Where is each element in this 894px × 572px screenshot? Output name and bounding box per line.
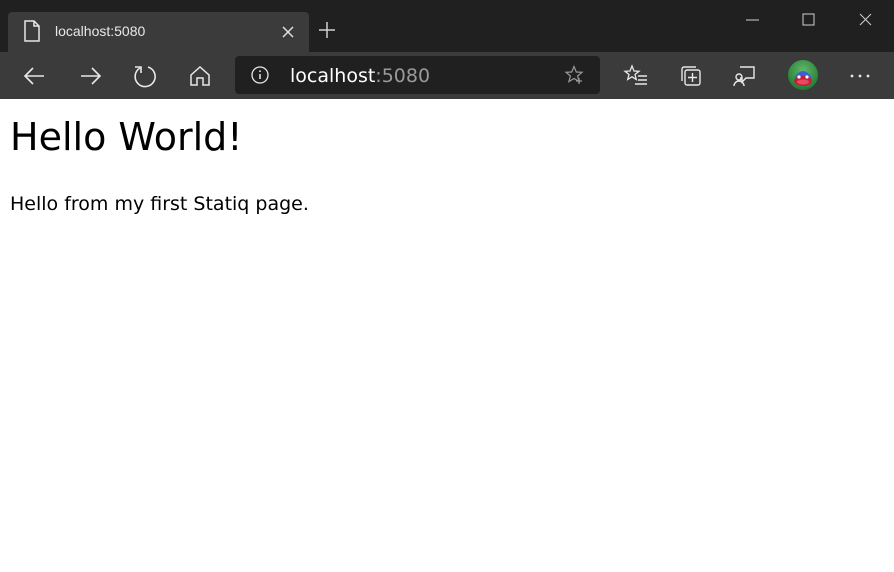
more-icon[interactable] bbox=[847, 63, 873, 89]
profile-avatar[interactable] bbox=[788, 60, 818, 90]
plus-icon[interactable] bbox=[317, 20, 337, 40]
browser-toolbar: localhost:5080 bbox=[0, 52, 894, 99]
address-port: :5080 bbox=[375, 65, 431, 87]
star-add-icon[interactable] bbox=[564, 65, 584, 85]
tab-strip: localhost:5080 bbox=[0, 0, 894, 52]
address-host: localhost bbox=[290, 65, 376, 87]
page-heading: Hello World! bbox=[10, 115, 243, 159]
address-url[interactable]: localhost:5080 bbox=[290, 65, 430, 87]
close-icon[interactable] bbox=[280, 24, 296, 40]
refresh-icon[interactable] bbox=[132, 63, 158, 89]
minimize-icon[interactable] bbox=[730, 6, 776, 34]
browser-window: localhost:5080 localhost:5080 Hello Worl… bbox=[0, 0, 894, 572]
browser-tab[interactable]: localhost:5080 bbox=[8, 12, 309, 52]
page-icon bbox=[23, 20, 41, 42]
feedback-icon[interactable] bbox=[732, 63, 758, 89]
forward-arrow-icon[interactable] bbox=[77, 63, 103, 89]
back-arrow-icon[interactable] bbox=[22, 63, 48, 89]
page-content: Hello World! Hello from my first Statiq … bbox=[0, 99, 894, 572]
info-icon[interactable] bbox=[251, 66, 269, 84]
maximize-icon[interactable] bbox=[786, 6, 832, 34]
address-bar[interactable]: localhost:5080 bbox=[235, 56, 600, 94]
home-icon[interactable] bbox=[187, 63, 213, 89]
window-close-icon[interactable] bbox=[842, 6, 888, 34]
collections-icon[interactable] bbox=[678, 63, 704, 89]
page-paragraph: Hello from my first Statiq page. bbox=[10, 193, 309, 215]
favorites-icon[interactable] bbox=[623, 63, 649, 89]
tab-title: localhost:5080 bbox=[55, 23, 146, 39]
